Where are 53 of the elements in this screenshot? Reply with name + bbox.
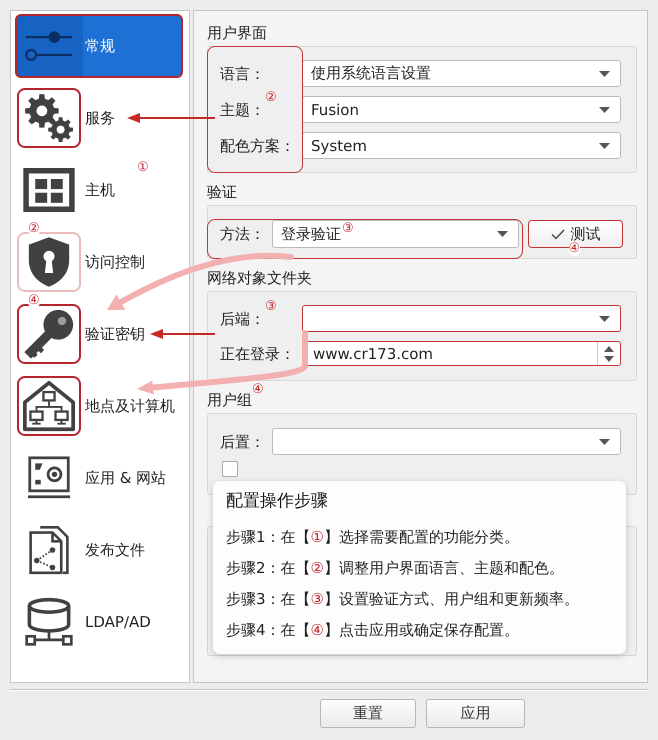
section-title: 验证 [207,182,237,202]
sidebar-item[interactable]: LDAP/AD [15,590,153,654]
callout-number: ② [28,222,40,236]
dropdown-caret-icon [497,231,508,237]
dropdown[interactable] [302,305,621,332]
step-text: 步骤2：在【②】调整用户界面语言、主题和配色。 [226,558,565,579]
dropdown-caret-icon [599,106,610,112]
callout-number: ④ [28,294,40,308]
field-label: 语言： [220,64,265,84]
window-grid-icon [23,168,75,212]
field-label: 配色方案： [220,136,295,156]
checkmark-icon [550,228,564,240]
sidebar-item[interactable]: 发布文件 [15,518,147,582]
checkbox[interactable] [222,461,238,477]
sidebar-item[interactable]: 常规 [15,14,183,78]
callout-number: ④ [252,383,264,397]
database-network-icon [24,597,74,647]
dropdown-caret-icon [599,142,610,148]
field-label: 后端： [220,308,265,328]
dropdown-caret-icon [599,70,610,76]
guide-title: 配置操作步骤 [226,490,329,512]
section-title: 用户界面 [207,23,267,43]
callout-number: ② [265,90,277,104]
field-label: 正在登录： [220,344,295,364]
app-window-icon [27,456,71,500]
callout-number: ③ [265,300,277,314]
field-label: 后置： [220,432,265,452]
sidebar-item[interactable]: 地点及计算机 [15,374,177,438]
section-title: 网络对象文件夹 [207,268,312,288]
step-text: 步骤4：在【④】点击应用或确定保存配置。 [226,620,520,641]
callout-number: ③ [342,222,354,236]
dialog-button[interactable]: 应用 [426,699,525,728]
step-text: 步骤1：在【①】选择需要配置的功能分类。 [226,527,520,548]
section-title: 用户组 [207,390,252,410]
gears-icon [24,93,74,143]
dropdown-caret-icon [599,438,610,444]
spin-arrows-icon [604,346,614,362]
sidebar-item[interactable]: 主机 [15,158,117,222]
step-text: 步骤3：在【③】设置验证方式、用户组和更新频率。 [226,589,580,610]
sidebar-item[interactable]: 应用 & 网站 [15,446,168,510]
key-icon [23,308,75,360]
field-label: 方法： [220,224,265,244]
callout-number: ① [137,161,149,175]
field-label: 主题： [220,100,265,120]
dropdown[interactable]: 使用系统语言设置 [302,60,621,87]
dropdown[interactable]: Fusion [302,96,621,123]
sidebar-item[interactable]: 服务 [15,86,117,150]
documents-icon [28,525,70,575]
dialog-button[interactable]: 重置 [320,699,416,728]
dropdown[interactable]: System [302,132,621,159]
callout-number: ④ [568,242,580,256]
shield-keyhole-icon [27,236,71,288]
dropdown-caret-icon [599,316,610,322]
